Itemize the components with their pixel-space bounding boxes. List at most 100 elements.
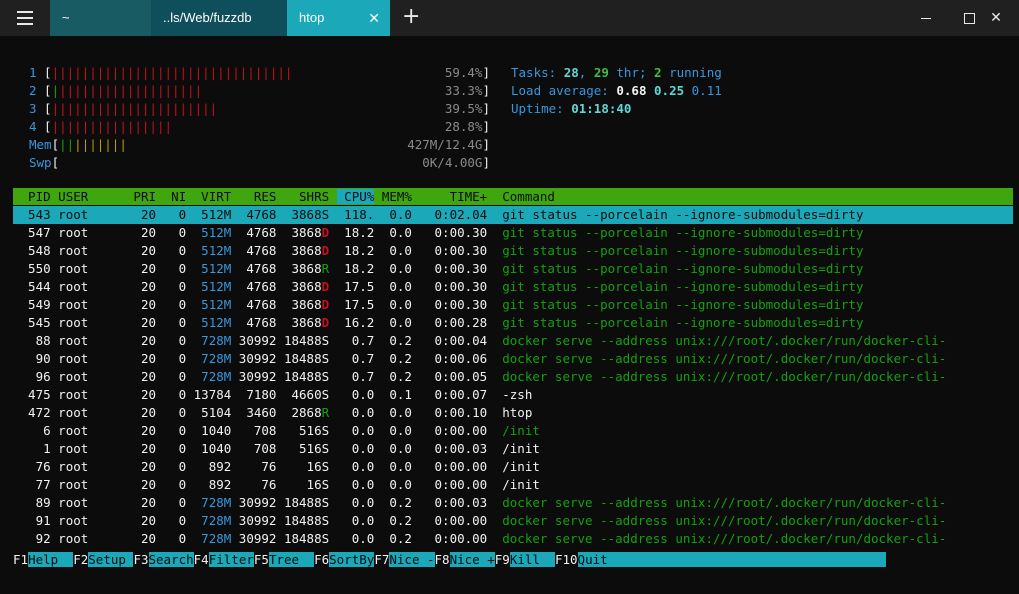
minimize-button[interactable] [903, 0, 949, 36]
cell-pid: 89 [13, 495, 51, 510]
process-table-header[interactable]: PID USER PRI NI VIRT RES SHRS CPU% MEM% … [13, 188, 1013, 205]
cell-s: S [321, 513, 337, 528]
table-row[interactable]: 545 root 20 0 512M 4768 3868D 16.2 0.0 0… [13, 314, 1013, 332]
cell-virt: 512M [186, 297, 232, 312]
cell-cpu: 18.2 [336, 225, 375, 240]
cell-cpu: 0.0 [336, 441, 375, 456]
cell-ni: 0 [156, 459, 187, 474]
fkey-label-f8[interactable]: Nice + [449, 552, 495, 567]
cell-mem: 0.2 [374, 495, 412, 510]
table-row[interactable]: 548 root 20 0 512M 4768 3868D 18.2 0.0 0… [13, 242, 1013, 260]
table-row[interactable]: 549 root 20 0 512M 4768 3868D 17.5 0.0 0… [13, 296, 1013, 314]
cell-s: S [321, 459, 337, 474]
cell-pid: 76 [13, 459, 51, 474]
close-window-button[interactable]: ✕ [973, 0, 1019, 36]
cell-virt: 728M [186, 369, 232, 384]
cell-pid: 550 [13, 261, 51, 276]
cell-mem: 0.0 [374, 405, 412, 420]
table-row[interactable]: 544 root 20 0 512M 4768 3868D 17.5 0.0 0… [13, 278, 1013, 296]
table-row[interactable]: 472 root 20 0 5104 3460 2868R 0.0 0.0 0:… [13, 404, 1013, 422]
table-row[interactable]: 6 root 20 0 1040 708 516S 0.0 0.0 0:00.0… [13, 422, 1013, 440]
tab-htop[interactable]: htop ✕ [287, 0, 390, 36]
cell-pri: 20 [125, 369, 157, 384]
cell-time: 0:00.07 [411, 387, 488, 402]
fkey-label-f7[interactable]: Nice - [389, 552, 435, 567]
fkey-label-f3[interactable]: Search [148, 552, 194, 567]
fkey-label-f4[interactable]: Filter [208, 552, 254, 567]
cell-ni: 0 [156, 207, 187, 222]
cell-cpu: 0.7 [336, 333, 375, 348]
fkey-label-f1[interactable]: Help [28, 552, 74, 567]
cell-res: 76 [231, 459, 277, 474]
fkey-label-f2[interactable]: Setup [88, 552, 134, 567]
cell-time: 0:00.10 [411, 405, 488, 420]
column-header-command[interactable]: Command [487, 189, 1006, 204]
tab-label: ~ [62, 10, 70, 25]
cell-user: root [50, 369, 126, 384]
cell-pri: 20 [125, 207, 157, 222]
cell-ni: 0 [156, 495, 187, 510]
fkey-f8: F8 [434, 552, 450, 567]
table-row[interactable]: 89 root 20 0 728M 30992 18488S 0.0 0.2 0… [13, 494, 1013, 512]
cell-ni: 0 [156, 405, 187, 420]
column-header-pri[interactable]: PRI [126, 189, 156, 204]
column-header-time[interactable]: TIME+ [412, 189, 488, 204]
column-header-virt[interactable]: VIRT [186, 189, 231, 204]
menu-icon[interactable] [12, 8, 38, 28]
cell-res: 30992 [231, 495, 277, 510]
cell-cmd: git status --porcelain --ignore-submodul… [487, 297, 864, 312]
column-header-pid[interactable]: PID [13, 189, 51, 204]
fkey-label-f9[interactable]: Kill [509, 552, 555, 567]
column-header-shr[interactable]: SHR [276, 189, 322, 204]
cell-mem: 0.0 [374, 477, 412, 492]
tab-fuzzdb[interactable]: ..ls/Web/fuzzdb [151, 0, 287, 36]
table-row[interactable]: 91 root 20 0 728M 30992 18488S 0.0 0.2 0… [13, 512, 1013, 530]
column-header-res[interactable]: RES [231, 189, 277, 204]
table-row[interactable]: 1 root 20 0 1040 708 516S 0.0 0.0 0:00.0… [13, 440, 1013, 458]
title-bar: ~ ..ls/Web/fuzzdb htop ✕ + ✕ [0, 0, 1019, 36]
cell-ni: 0 [156, 423, 187, 438]
cell-s: D [321, 315, 337, 330]
fkey-label-f10[interactable]: Quit [577, 552, 887, 567]
cell-mem: 0.0 [374, 459, 412, 474]
column-header-s[interactable]: S [322, 189, 337, 204]
cell-cmd: /init [487, 441, 540, 456]
table-row[interactable]: 90 root 20 0 728M 30992 18488S 0.7 0.2 0… [13, 350, 1013, 368]
column-header-cpu[interactable]: CPU% [336, 189, 375, 204]
column-header-mem[interactable]: MEM% [374, 189, 412, 204]
table-row[interactable]: 547 root 20 0 512M 4768 3868D 18.2 0.0 0… [13, 224, 1013, 242]
terminal[interactable]: 1 [|||||||||||||||||||||||||||||||| 59.4… [0, 36, 1019, 594]
cell-pri: 20 [125, 279, 157, 294]
cell-pid: 77 [13, 477, 51, 492]
cell-pid: 472 [13, 405, 51, 420]
cell-cmd: /init [487, 477, 540, 492]
tasks-summary: Tasks: 28, 29 thr; 2 running [511, 65, 722, 80]
tab-home[interactable]: ~ [50, 0, 151, 36]
cell-cmd: /init [487, 423, 540, 438]
cell-pid: 1 [13, 441, 51, 456]
table-row[interactable]: 475 root 20 0 13784 7180 4660S 0.0 0.1 0… [13, 386, 1013, 404]
cell-pri: 20 [125, 243, 157, 258]
cpu-2-value: 33.3%] [444, 83, 490, 98]
close-tab-icon[interactable]: ✕ [368, 0, 380, 36]
column-header-ni[interactable]: NI [156, 189, 186, 204]
cell-cpu: 0.0 [336, 477, 375, 492]
cell-cpu: 0.0 [336, 531, 375, 546]
table-row[interactable]: 550 root 20 0 512M 4768 3868R 18.2 0.0 0… [13, 260, 1013, 278]
cell-user: root [50, 279, 126, 294]
cell-virt: 512M [186, 279, 232, 294]
cell-virt: 1040 [186, 441, 232, 456]
cell-ni: 0 [156, 513, 187, 528]
table-row[interactable]: 92 root 20 0 728M 30992 18488S 0.0 0.2 0… [13, 530, 1013, 548]
fkey-label-f5[interactable]: Tree [268, 552, 315, 567]
table-row[interactable]: 96 root 20 0 728M 30992 18488S 0.7 0.2 0… [13, 368, 1013, 386]
column-header-user[interactable]: USER [51, 189, 126, 204]
table-row[interactable]: 543 root 20 0 512M 4768 3868S 118. 0.0 0… [13, 206, 1013, 224]
new-tab-button[interactable]: + [402, 3, 420, 31]
table-row[interactable]: 77 root 20 0 892 76 16S 0.0 0.0 0:00.00 … [13, 476, 1013, 494]
cell-time: 0:02.04 [411, 207, 488, 222]
fkey-label-f6[interactable]: SortBy [329, 552, 375, 567]
table-row[interactable]: 76 root 20 0 892 76 16S 0.0 0.0 0:00.00 … [13, 458, 1013, 476]
tab-label: htop [299, 10, 325, 25]
table-row[interactable]: 88 root 20 0 728M 30992 18488S 0.7 0.2 0… [13, 332, 1013, 350]
